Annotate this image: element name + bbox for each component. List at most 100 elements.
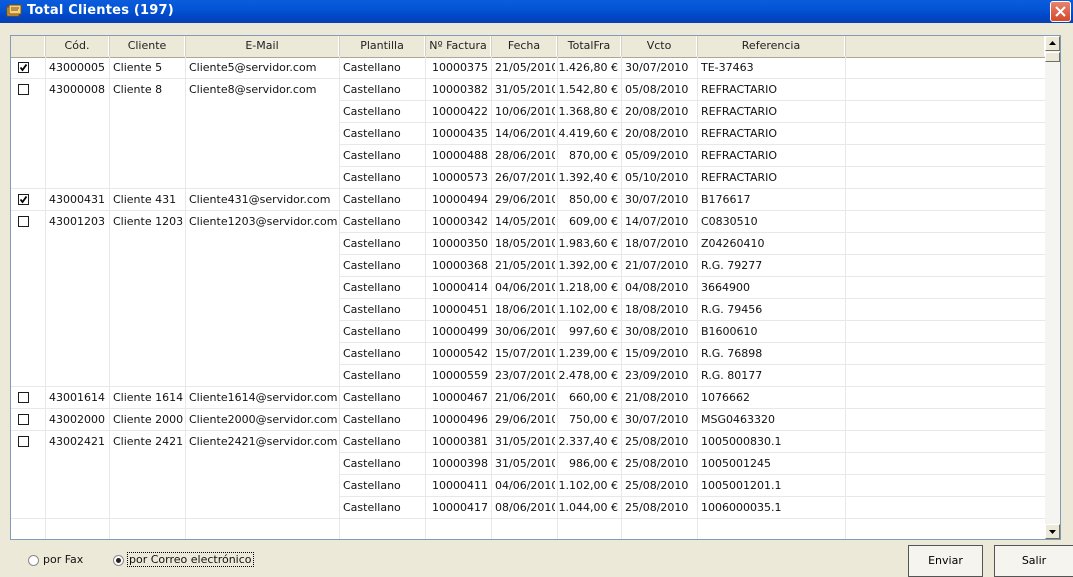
table-row[interactable]: Castellano 10000435 14/06/2010 4.419,60 € 20… [11,123,1045,145]
column-header-fecha[interactable]: Fecha [491,36,558,56]
cell-total: 1.392,40 € [558,171,618,184]
cell-plantilla: Castellano [343,105,401,118]
cell-email [189,321,337,343]
fax-radio[interactable] [28,555,39,566]
scroll-up-button[interactable] [1045,36,1060,51]
cell-vcto: 21/07/2010 [625,259,689,272]
table-row[interactable]: Castellano 10000499 30/06/2010 997,60 € 30/0… [11,321,1045,343]
table-row[interactable]: Castellano 10000422 10/06/2010 1.368,80 € 20… [11,101,1045,123]
column-header-filler[interactable] [845,36,1045,56]
cell-email [189,123,337,145]
cell-email: Cliente2000@servidor.com [189,413,337,426]
cell-ref: R.G. 79456 [701,303,763,316]
cell-cliente [113,101,183,123]
table-row[interactable]: 43001203 Cliente 1203 Cliente1203@servidor… [11,211,1045,233]
radio-selected-dot [116,558,121,563]
checkmark-icon [19,63,28,72]
cell-cliente [113,475,183,497]
cell-factura: 10000496 [432,413,488,426]
table-row[interactable]: 43002000 Cliente 2000 Cliente2000@servidor… [11,409,1045,431]
cell-email: Cliente1614@servidor.com [189,391,337,404]
cell-vcto: 05/10/2010 [625,171,689,184]
cell-plantilla: Castellano [343,391,401,404]
column-header-vcto[interactable]: Vcto [621,36,698,56]
cell-ref: TE-37463 [701,61,754,74]
table-row[interactable]: Castellano 10000350 18/05/2010 1.983,60 € 18… [11,233,1045,255]
table-row[interactable]: 43000431 Cliente 431 Cliente431@servidor.c… [11,189,1045,211]
cell-ref: 1005001245 [701,457,771,470]
column-header-factura[interactable]: Nº Factura [425,36,492,56]
cell-email: Cliente2421@servidor.com [189,435,337,448]
send-button[interactable]: Enviar [908,545,983,577]
cell-cliente: Cliente 2000 [113,413,183,426]
clients-grid[interactable]: Cód. Cliente E-Mail Plantilla Nº Factura Fech… [10,35,1061,540]
table-row[interactable]: 43000005 Cliente 5 Cliente5@servidor.com Ca… [11,57,1045,79]
table-row[interactable]: Castellano 10000368 21/05/2010 1.392,00 € 21… [11,255,1045,277]
column-header-total[interactable]: TotalFra [557,36,622,56]
row-checkbox[interactable] [18,414,29,425]
close-button[interactable] [1050,1,1071,22]
column-header-cliente[interactable]: Cliente [109,36,186,56]
cell-email: Cliente5@servidor.com [189,61,317,74]
cell-total: 750,00 € [569,413,618,426]
table-row[interactable]: Castellano 10000542 15/07/2010 1.239,00 € 15… [11,343,1045,365]
column-header-plantilla[interactable]: Plantilla [339,36,426,56]
cell-total: 1.392,00 € [558,259,618,272]
cell-vcto: 20/08/2010 [625,105,689,118]
cell-cliente: Cliente 5 [113,61,163,74]
cell-fecha: 21/06/2010 [495,391,555,404]
vertical-scrollbar[interactable] [1045,36,1060,539]
cell-ref: R.G. 76898 [701,347,763,360]
cell-plantilla: Castellano [343,435,401,448]
cell-email: Cliente1203@servidor.com [189,215,337,228]
scroll-thumb[interactable] [1045,52,1060,62]
email-radio-label[interactable]: por Correo electrónico [127,552,254,567]
table-row[interactable]: Castellano 10000411 04/06/2010 1.102,00 € 25… [11,475,1045,497]
row-checkbox[interactable] [18,392,29,403]
cell-fecha: 29/06/2010 [495,193,555,206]
table-row[interactable]: 43000008 Cliente 8 Cliente8@servidor.com Ca… [11,79,1045,101]
table-row[interactable]: Castellano 10000573 26/07/2010 1.392,40 € 05… [11,167,1045,189]
table-row[interactable]: Castellano 10000398 31/05/2010 986,00 € 25/0… [11,453,1045,475]
table-row[interactable]: Castellano 10000559 23/07/2010 2.478,00 € 23… [11,365,1045,387]
row-checkbox[interactable] [18,436,29,447]
row-checkbox[interactable] [18,62,29,73]
cell-cod [49,321,107,343]
cell-vcto: 30/08/2010 [625,325,689,338]
cell-vcto: 30/07/2010 [625,61,689,74]
window-title: Total Clientes (197) [27,3,174,18]
cell-email [189,497,337,519]
cell-factura: 10000398 [432,457,488,470]
column-header-email[interactable]: E-Mail [185,36,340,56]
fax-radio-label[interactable]: por Fax [43,553,83,566]
row-checkbox[interactable] [18,194,29,205]
row-checkbox[interactable] [18,84,29,95]
column-header-check[interactable] [11,36,46,56]
cell-vcto: 23/09/2010 [625,369,689,382]
column-header-cod[interactable]: Cód. [45,36,110,56]
cell-cod: 43001203 [49,215,105,228]
cell-vcto: 05/09/2010 [625,149,689,162]
exit-button[interactable]: Salir [994,545,1073,577]
table-row[interactable]: Castellano 10000414 04/06/2010 1.218,00 € 04… [11,277,1045,299]
column-header-ref[interactable]: Referencia [697,36,846,56]
cell-vcto: 21/08/2010 [625,391,689,404]
table-row[interactable]: 43001614 Cliente 1614 Cliente1614@servidor… [11,387,1045,409]
cell-cliente [113,277,183,299]
cell-cod [49,453,107,475]
email-radio[interactable] [113,555,124,566]
cell-total: 1.426,80 € [558,61,618,74]
table-row[interactable]: Castellano 10000488 28/06/2010 870,00 € 05/0… [11,145,1045,167]
cell-total: 1.044,00 € [558,501,618,514]
cell-plantilla: Castellano [343,347,401,360]
table-row[interactable]: Castellano 10000451 18/06/2010 1.102,00 € 18… [11,299,1045,321]
scroll-down-button[interactable] [1045,524,1060,539]
cell-fecha: 26/07/2010 [495,171,555,184]
table-row[interactable]: 43002421 Cliente 2421 Cliente2421@servidor… [11,431,1045,453]
row-checkbox[interactable] [18,216,29,227]
cell-total: 1.368,80 € [558,105,618,118]
table-row[interactable]: Castellano 10000417 08/06/2010 1.044,00 € 25… [11,497,1045,519]
cell-ref: REFRACTARIO [701,171,778,184]
cell-fecha: 29/06/2010 [495,413,555,426]
cell-vcto: 30/07/2010 [625,193,689,206]
